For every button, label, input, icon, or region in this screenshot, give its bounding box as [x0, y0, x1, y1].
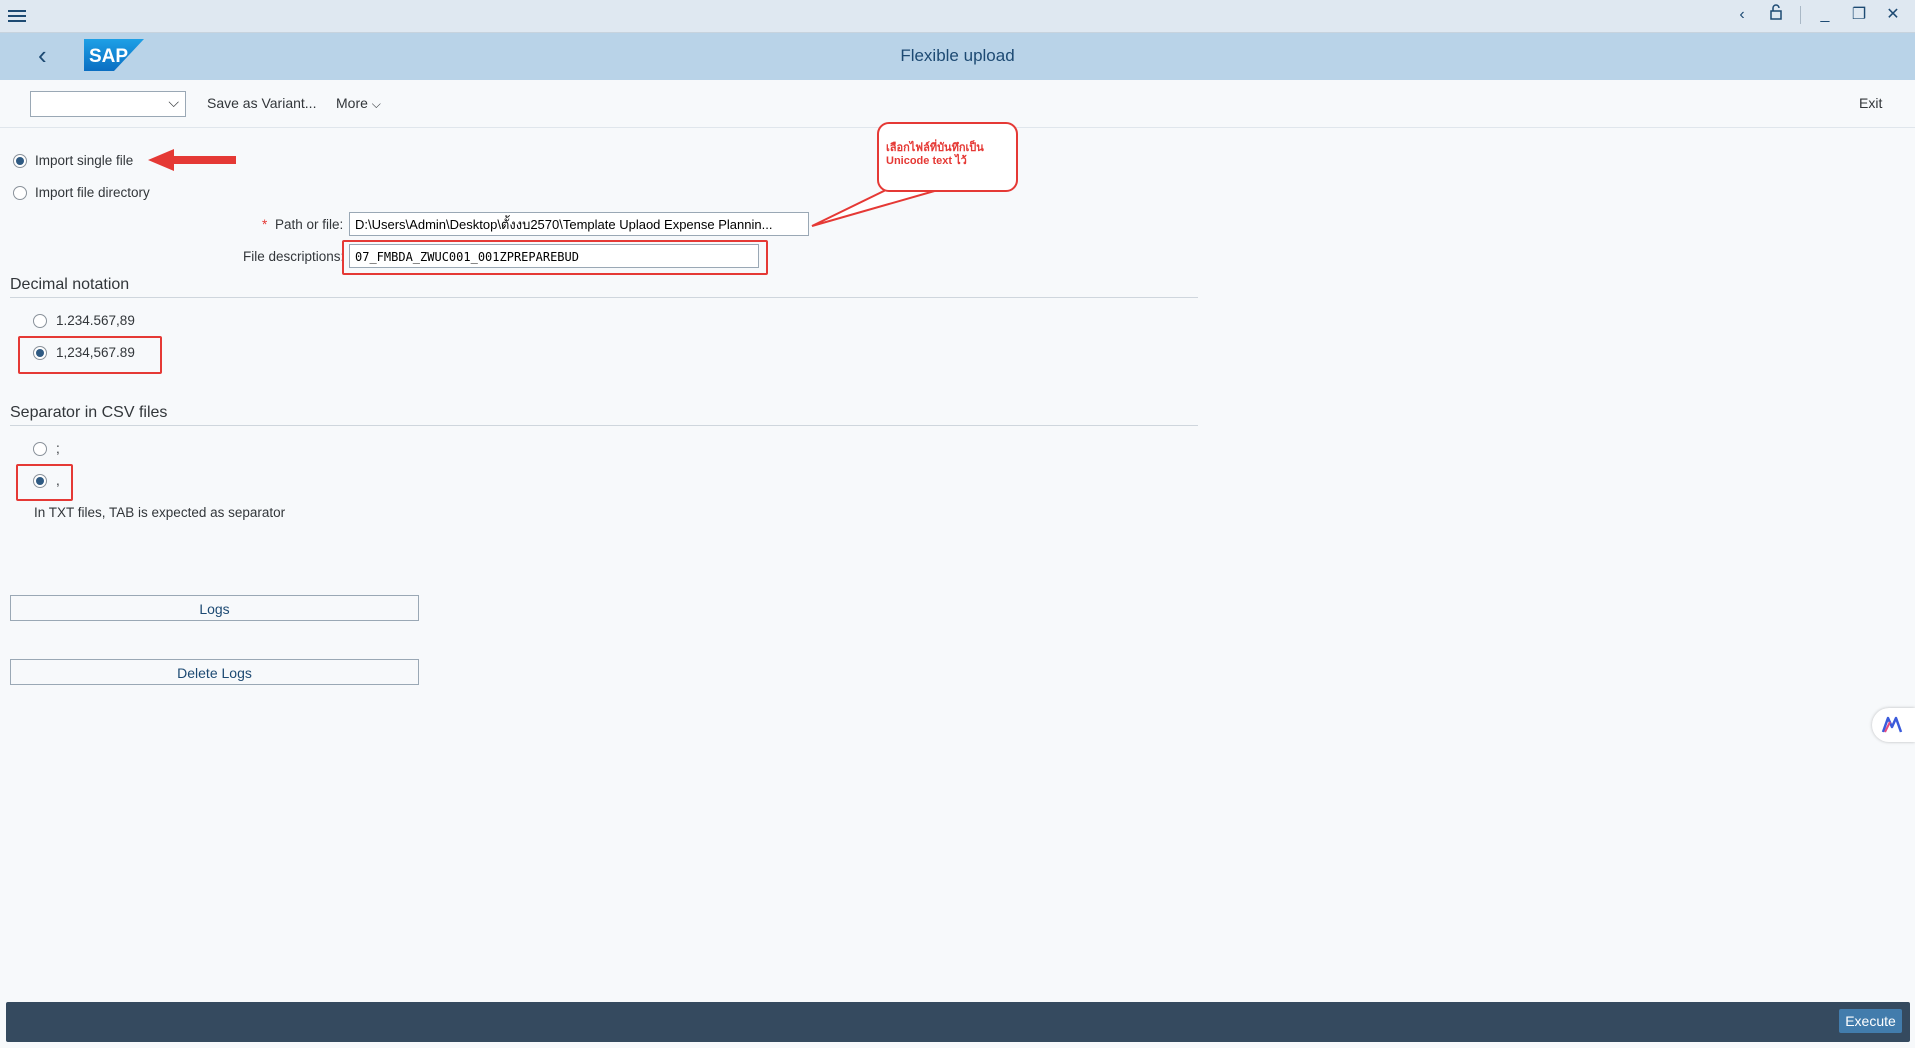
separator-hint: In TXT files, TAB is expected as separat… — [34, 505, 286, 520]
annotation-arrow-icon — [148, 149, 236, 171]
exit-button[interactable]: Exit — [1859, 95, 1882, 111]
assistant-icon — [1881, 716, 1903, 733]
chevron-down-icon: ⌵ — [168, 94, 179, 110]
more-button[interactable]: More ⌵ — [336, 95, 381, 112]
required-mark: * — [262, 217, 268, 232]
hamburger-menu-icon[interactable] — [8, 7, 26, 25]
description-label: File descriptions: — [243, 249, 345, 264]
highlight-box — [342, 240, 768, 275]
restore-icon[interactable]: ❐ — [1849, 4, 1869, 26]
import-single-file-radio[interactable] — [13, 154, 27, 168]
section-divider — [10, 425, 1198, 426]
separator-semicolon-radio[interactable] — [33, 442, 47, 456]
highlight-box — [18, 336, 162, 374]
assistant-launcher[interactable] — [1872, 708, 1915, 742]
chevron-down-icon: ⌵ — [371, 97, 381, 111]
divider — [1800, 6, 1801, 24]
logs-button[interactable]: Logs — [10, 595, 419, 621]
import-file-directory-radio[interactable] — [13, 186, 27, 200]
decimal-comma-radio[interactable] — [33, 314, 47, 328]
minimize-icon[interactable]: _ — [1815, 4, 1835, 26]
path-label: Path or file: — [275, 217, 344, 232]
import-single-file-label: Import single file — [35, 153, 134, 168]
execute-button[interactable]: Execute — [1839, 1009, 1902, 1033]
csv-separator-title: Separator in CSV files — [10, 404, 168, 421]
shell-header: ‹ SAP Flexible upload — [0, 33, 1915, 80]
back-arrow-icon[interactable]: ‹ — [1732, 4, 1752, 26]
annotation-callout: เลือกไฟล์ที่บันทึกเป็น Unicode text ไว้ — [877, 122, 1018, 192]
variant-select[interactable]: ⌵ — [30, 91, 186, 117]
save-as-variant-button[interactable]: Save as Variant... — [207, 95, 316, 111]
footer-bar: Execute — [6, 1002, 1910, 1042]
annotation-text: เลือกไฟล์ที่บันทึกเป็น Unicode text ไว้ — [886, 142, 984, 167]
highlight-box — [16, 464, 73, 501]
unlock-icon[interactable] — [1766, 4, 1786, 26]
path-input[interactable]: D:\Users\Admin\Desktop\ตั้งงบ2570\Templa… — [349, 212, 809, 236]
close-icon[interactable]: ✕ — [1883, 4, 1903, 26]
import-file-directory-label: Import file directory — [35, 185, 150, 200]
section-divider — [10, 297, 1198, 298]
decimal-notation-title: Decimal notation — [10, 276, 130, 293]
more-label: More — [336, 95, 368, 111]
toolbar: ⌵ Save as Variant... More ⌵ Exit — [0, 80, 1915, 128]
delete-logs-button[interactable]: Delete Logs — [10, 659, 419, 685]
separator-semicolon-label: ; — [56, 441, 60, 456]
decimal-comma-label: 1.234.567,89 — [56, 313, 135, 328]
window-bar: ‹ _ ❐ ✕ — [0, 0, 1915, 33]
page-title: Flexible upload — [900, 46, 1015, 65]
